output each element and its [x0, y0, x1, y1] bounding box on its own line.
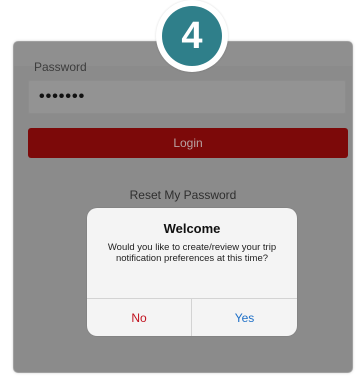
dialog-message: Would you like to create/review your tri… [107, 242, 277, 264]
no-button[interactable]: No [87, 299, 191, 336]
login-button[interactable]: Login [28, 128, 348, 158]
dialog-title: Welcome [163, 221, 221, 236]
screenshot-frame: Password ••••••• Login Reset My Password… [4, 0, 354, 379]
step-number-badge: 4 [156, 0, 228, 72]
yes-button[interactable]: Yes [192, 299, 297, 336]
reset-password-link[interactable]: Reset My Password [14, 188, 352, 202]
welcome-dialog: Welcome Would you like to create/review … [87, 208, 297, 336]
step-number: 4 [162, 6, 222, 66]
phone-screen: Password ••••••• Login Reset My Password… [14, 42, 352, 372]
password-input[interactable]: ••••••• [28, 80, 346, 114]
password-label: Password [34, 60, 87, 74]
